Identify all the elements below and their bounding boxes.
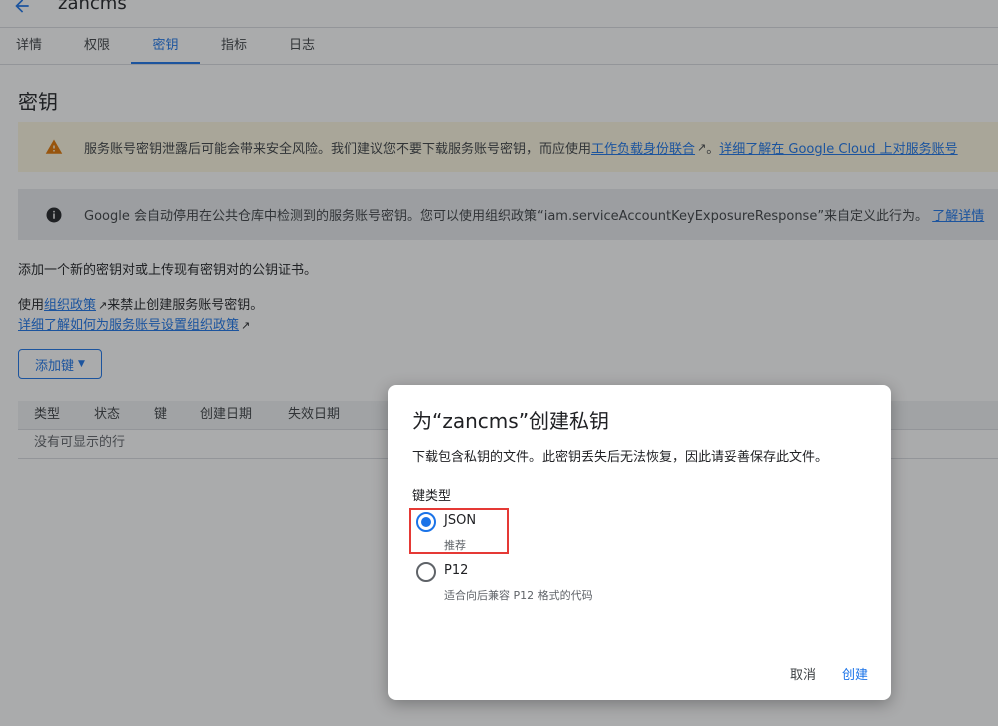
option-p12-sublabel: 适合向后兼容 P12 格式的代码 (444, 589, 593, 602)
option-p12-label[interactable]: P12 (444, 563, 468, 578)
radio-p12[interactable] (416, 562, 436, 582)
create-button[interactable]: 创建 (842, 664, 868, 683)
create-private-key-dialog: 为“zancms”创建私钥 下载包含私钥的文件。此密钥丢失后无法恢复，因此请妥善… (388, 385, 891, 700)
key-type-label: 键类型 (412, 489, 452, 504)
dialog-title: 为“zancms”创建私钥 (412, 409, 610, 433)
selection-highlight-box (409, 508, 509, 554)
dialog-description: 下载包含私钥的文件。此密钥丢失后无法恢复，因此请妥善保存此文件。 (412, 450, 829, 465)
cancel-button[interactable]: 取消 (790, 664, 816, 683)
